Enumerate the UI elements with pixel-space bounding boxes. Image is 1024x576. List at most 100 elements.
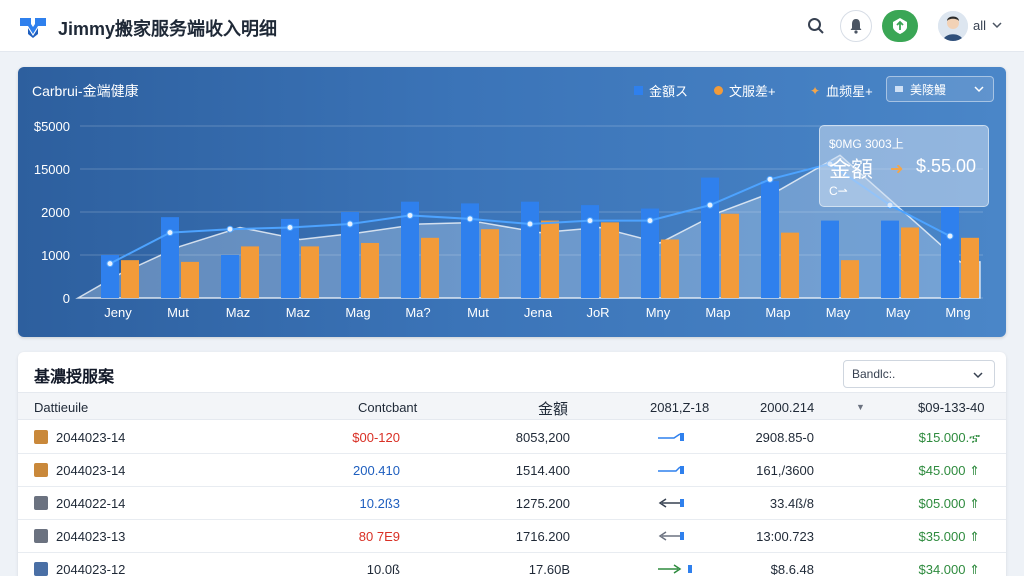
top-bar: Jimmy搬家服务端收入明细 all <box>0 0 1024 52</box>
cell-amount: 17.60B <box>528 562 570 576</box>
bar-amount <box>821 220 839 298</box>
legend-item-frequency[interactable]: ✦ 血频星+ <box>810 81 873 100</box>
y-tick-label: 15000 <box>34 162 70 177</box>
x-tick-label: Mut <box>467 305 489 320</box>
tooltip-value: $.55.00 <box>916 156 977 176</box>
legend-item-service[interactable]: 文服差+ <box>714 81 776 100</box>
chevron-down-icon <box>973 372 983 379</box>
x-tick-label: May <box>886 305 911 320</box>
notifications-button[interactable] <box>840 10 872 42</box>
table-row[interactable]: 2044023-14 200.410 1514.400 161,/3600 $45.00… <box>18 454 1006 487</box>
bar-service <box>721 213 739 298</box>
tooltip-footer: C⇀ <box>829 184 848 198</box>
range-select-value: 美陵鰻 <box>910 82 947 97</box>
bar-service <box>541 220 559 298</box>
box-logo-icon[interactable] <box>20 14 46 38</box>
cell-total: $15.000.ኇ <box>918 430 980 445</box>
cell-date: 2044023-13 <box>56 529 126 544</box>
table-row[interactable]: 2044022-14 10.2ß3 1275.200 33.4ß/8 $05.000 ⇑ <box>18 487 1006 520</box>
x-tick-label: Jeny <box>104 305 132 320</box>
bar-service <box>421 237 439 298</box>
column-header[interactable]: 2081,Z-18 <box>650 400 709 415</box>
legend-square-icon <box>634 86 643 95</box>
row-type-icon <box>34 496 48 510</box>
row-type-icon <box>34 562 48 576</box>
cell-date: 2044023-14 <box>56 463 126 478</box>
column-header[interactable]: Dattieuile <box>34 400 88 415</box>
cell-amount: 8053,200 <box>515 430 570 445</box>
sort-down-icon[interactable]: ▼ <box>856 402 865 412</box>
cell-date: 2044023-12 <box>56 562 126 576</box>
tooltip-header: $0MG 3003上 <box>829 137 904 151</box>
trend-arrow-icon <box>658 564 692 574</box>
bar-amount <box>881 220 899 298</box>
column-header[interactable]: 2000.214 <box>760 400 814 415</box>
legend-star-icon: ✦ <box>810 83 821 98</box>
search-icon <box>808 18 824 34</box>
row-type-icon <box>34 430 48 444</box>
line-point <box>286 223 294 231</box>
bar-amount <box>701 177 719 298</box>
chevron-down-icon[interactable] <box>992 21 1002 29</box>
table-row[interactable]: 2044023-14 $00-120 8053,200 2908.85-0 $15.00… <box>18 421 1006 454</box>
x-tick-label: Map <box>705 305 730 320</box>
bar-service <box>661 239 679 298</box>
cell-total: $35.000 ⇑ <box>918 529 981 544</box>
range-select[interactable]: 美陵鰻 <box>886 76 994 102</box>
column-header[interactable]: $09-133-40 <box>918 400 985 415</box>
table-title: 基濃授服案 <box>34 369 115 386</box>
y-tick-label: 1000 <box>41 248 70 263</box>
x-tick-label: Jena <box>524 305 553 320</box>
trend-arrow-icon <box>658 531 684 541</box>
line-point <box>166 229 174 237</box>
cell-value: 161,/3600 <box>756 463 814 478</box>
tooltip-label: 金額 <box>829 157 874 182</box>
legend-item-amount[interactable]: 金額ス <box>634 81 688 100</box>
trend-arrow-icon <box>658 466 684 474</box>
cell-contact: 10.0ß <box>366 562 400 576</box>
x-tick-label: Mng <box>945 305 970 320</box>
bar-service <box>361 242 379 298</box>
x-tick-label: Mag <box>345 305 370 320</box>
filter-select[interactable]: Bandlc:. <box>843 360 995 388</box>
arrow-right-icon: ➜ <box>890 161 904 178</box>
user-avatar-icon <box>938 11 968 41</box>
line-point <box>226 225 234 233</box>
line-point <box>706 201 714 209</box>
avatar[interactable] <box>938 11 968 41</box>
cell-value: $8.6.48 <box>770 562 814 576</box>
x-tick-label: Ma? <box>405 305 430 320</box>
trend-arrow-icon <box>658 433 684 441</box>
line-point <box>466 215 474 223</box>
search-button[interactable] <box>800 10 832 42</box>
bar-service <box>901 227 919 298</box>
bar-amount <box>221 255 239 298</box>
bar-service <box>601 222 619 298</box>
line-point <box>106 260 114 268</box>
bar-service <box>301 246 319 298</box>
bar-amount <box>761 181 779 298</box>
app-title: Jimmy搬家服务端收入明细 <box>58 19 278 39</box>
cell-total: $45.000 ⇑ <box>918 463 981 478</box>
chart-panel: 0 1000 2000 15000 $5000 Jeny Mut Maz Maz Mag Ma? Mu… <box>18 67 1006 337</box>
column-header[interactable]: 金額 <box>538 398 568 419</box>
table-row[interactable]: 2044023-13 80 7E9 1716.200 13:00.723 $35.000… <box>18 520 1006 553</box>
table-row[interactable]: 2044023-12 10.0ß 17.60B $8.6.48 $34.000 ⇑ <box>18 553 1006 576</box>
bar-service <box>121 260 139 298</box>
x-tick-label: Mut <box>167 305 189 320</box>
column-header[interactable]: Contcbant <box>358 400 417 415</box>
table-panel: 基濃授服案 Bandlc:. Dattieuile Contcbant 金額 2… <box>18 352 1006 576</box>
chart-tooltip: $0MG 3003上 金額 ➜ $.55.00 C⇀ <box>819 125 989 207</box>
bar-service <box>241 246 259 298</box>
trend-arrow-icon <box>658 498 684 508</box>
x-tick-label: Map <box>765 305 790 320</box>
line-point <box>946 232 954 240</box>
user-name[interactable]: all <box>973 18 986 33</box>
cell-contact: 80 7E9 <box>358 529 400 544</box>
bar-amount <box>941 206 959 298</box>
cell-date: 2044023-14 <box>56 430 126 445</box>
legend-label: 血频星+ <box>826 84 873 99</box>
x-tick-label: Maz <box>226 305 251 320</box>
bar-amount <box>521 201 539 298</box>
security-button[interactable] <box>882 10 918 42</box>
